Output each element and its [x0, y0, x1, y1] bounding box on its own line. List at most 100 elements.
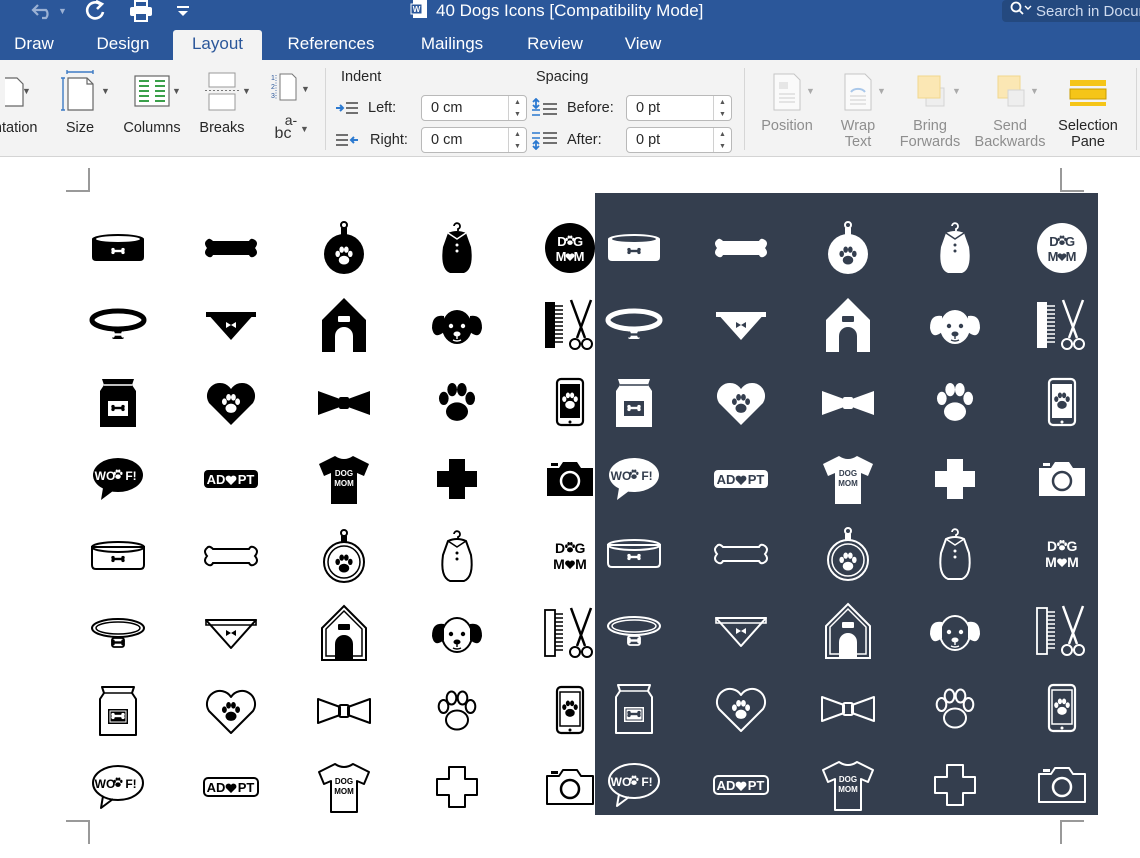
bowl-icon[interactable] — [87, 217, 149, 279]
document-page[interactable]: D G MM WO F! AD PT DOG MOM D G M M WO F!… — [0, 158, 1140, 858]
columns-dropdown-icon[interactable]: ▼ — [172, 86, 181, 96]
breaks-button[interactable]: Breaks — [192, 70, 252, 136]
bone-icon[interactable] — [200, 525, 262, 587]
grooming-icon[interactable] — [539, 602, 601, 664]
tag-icon[interactable] — [817, 217, 879, 279]
size-button[interactable]: Size — [52, 70, 108, 136]
paw-icon[interactable] — [426, 371, 488, 433]
bandana-icon[interactable] — [710, 600, 772, 662]
woof-bubble-icon[interactable]: WO F! — [87, 448, 149, 510]
line-numbers-dropdown-icon[interactable]: ▼ — [301, 84, 310, 94]
adopt-badge-icon[interactable]: AD PT — [200, 448, 262, 510]
collar-icon[interactable] — [603, 294, 665, 356]
cross-icon[interactable] — [924, 448, 986, 510]
wrap-text-button[interactable]: Wrap Text — [828, 72, 888, 150]
tshirt-icon[interactable]: DOG MOM — [817, 754, 879, 816]
bowtie-icon[interactable] — [817, 371, 879, 433]
tab-view[interactable]: View — [613, 30, 673, 60]
paw-icon[interactable] — [924, 677, 986, 739]
indent-left-input[interactable] — [422, 100, 508, 116]
tag-icon[interactable] — [313, 525, 375, 587]
spacing-before-input[interactable] — [627, 100, 713, 116]
customize-toolbar-icon[interactable] — [176, 0, 190, 22]
tab-references[interactable]: References — [275, 30, 387, 60]
size-dropdown-icon[interactable]: ▼ — [101, 86, 110, 96]
dog-mom-text-icon[interactable]: D G MM — [539, 525, 601, 587]
adopt-badge-icon[interactable]: AD PT — [710, 754, 772, 816]
bone-icon[interactable] — [710, 523, 772, 585]
wrap-text-dropdown-icon[interactable]: ▼ — [877, 86, 886, 96]
collar-icon[interactable] — [87, 602, 149, 664]
orientation-button[interactable]: Orientation — [0, 72, 44, 136]
send-backwards-dropdown-icon[interactable]: ▼ — [1030, 86, 1039, 96]
undo-icon[interactable] — [30, 0, 56, 22]
tag-icon[interactable] — [313, 217, 375, 279]
woof-bubble-icon[interactable]: WO F! — [87, 756, 149, 818]
indent-right-input[interactable] — [422, 132, 508, 148]
position-button[interactable]: Position — [754, 72, 820, 134]
dog-face-icon[interactable] — [426, 602, 488, 664]
indent-left-field[interactable]: ▲▼ — [421, 95, 527, 121]
indent-left-stepper[interactable]: ▲ ▼ — [508, 96, 526, 120]
heart-paw-icon[interactable] — [200, 679, 262, 741]
doghouse-icon[interactable] — [313, 294, 375, 356]
tab-layout[interactable]: Layout — [173, 30, 262, 60]
food-bag-icon[interactable] — [603, 677, 665, 739]
tshirt-icon[interactable]: DOG MOM — [313, 448, 375, 510]
tab-mailings[interactable]: Mailings — [406, 30, 498, 60]
phone-paw-icon[interactable] — [539, 679, 601, 741]
coat-icon[interactable] — [426, 217, 488, 279]
undo-dropdown-icon[interactable]: ▼ — [58, 0, 67, 22]
heart-paw-icon[interactable] — [200, 371, 262, 433]
collar-icon[interactable] — [87, 294, 149, 356]
doghouse-icon[interactable] — [313, 602, 375, 664]
redo-icon[interactable] — [84, 0, 108, 22]
tshirt-icon[interactable]: DOG MOM — [817, 448, 879, 510]
camera-icon[interactable] — [1031, 754, 1093, 816]
dog-face-icon[interactable] — [924, 600, 986, 662]
bone-icon[interactable] — [710, 217, 772, 279]
camera-icon[interactable] — [539, 756, 601, 818]
dog-mom-badge-icon[interactable]: D G MM — [539, 217, 601, 279]
line-numbers-button[interactable]: 1 2 3 — [264, 72, 300, 102]
food-bag-icon[interactable] — [87, 371, 149, 433]
coat-icon[interactable] — [924, 523, 986, 585]
tab-review[interactable]: Review — [514, 30, 596, 60]
bowl-icon[interactable] — [603, 523, 665, 585]
tshirt-icon[interactable]: DOG MOM — [313, 756, 375, 818]
spacing-after-stepper[interactable]: ▲ ▼ — [713, 128, 731, 152]
spacing-after-input[interactable] — [627, 132, 713, 148]
bowl-icon[interactable] — [603, 217, 665, 279]
bandana-icon[interactable] — [710, 294, 772, 356]
indent-right-field[interactable]: ▲▼ — [421, 127, 527, 153]
spacing-after-field[interactable]: ▲▼ — [626, 127, 732, 153]
grooming-icon[interactable] — [539, 294, 601, 356]
bowtie-icon[interactable] — [817, 677, 879, 739]
cross-icon[interactable] — [924, 754, 986, 816]
adopt-badge-icon[interactable]: AD PT — [710, 448, 772, 510]
bring-forwards-dropdown-icon[interactable]: ▼ — [952, 86, 961, 96]
breaks-dropdown-icon[interactable]: ▼ — [242, 86, 251, 96]
woof-bubble-icon[interactable]: WO F! — [603, 448, 665, 510]
hyphenation-button[interactable]: a- bc — [268, 113, 300, 142]
tab-draw[interactable]: Draw — [2, 30, 66, 60]
woof-bubble-icon[interactable]: WO F! — [603, 754, 665, 816]
search-input[interactable]: Search in Document — [1002, 0, 1140, 22]
heart-paw-icon[interactable] — [710, 677, 772, 739]
bowl-icon[interactable] — [87, 525, 149, 587]
cross-icon[interactable] — [426, 448, 488, 510]
paw-icon[interactable] — [924, 371, 986, 433]
dog-face-icon[interactable] — [426, 294, 488, 356]
orientation-dropdown-icon[interactable]: ▼ — [22, 86, 31, 96]
doghouse-icon[interactable] — [817, 294, 879, 356]
phone-paw-icon[interactable] — [1031, 371, 1093, 433]
camera-icon[interactable] — [1031, 448, 1093, 510]
selection-pane-button[interactable]: Selection Pane — [1052, 72, 1124, 150]
phone-paw-icon[interactable] — [1031, 677, 1093, 739]
coat-icon[interactable] — [924, 217, 986, 279]
heart-paw-icon[interactable] — [710, 371, 772, 433]
bandana-icon[interactable] — [200, 294, 262, 356]
bowtie-icon[interactable] — [313, 679, 375, 741]
dog-face-icon[interactable] — [924, 294, 986, 356]
tab-design[interactable]: Design — [84, 30, 162, 60]
